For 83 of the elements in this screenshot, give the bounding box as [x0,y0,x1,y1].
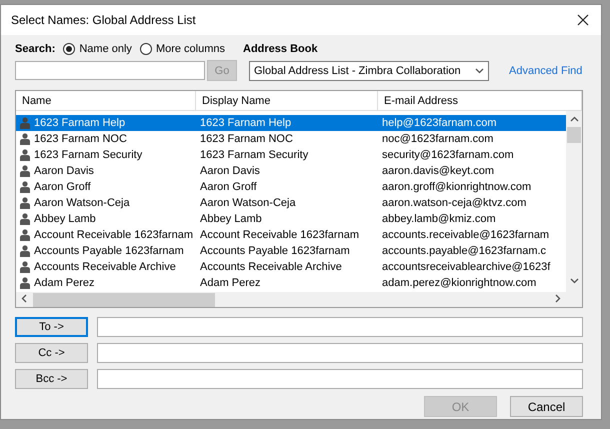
scrollbar-thumb[interactable] [567,127,581,143]
scrollbar-thumb[interactable] [33,292,215,306]
address-book-label: Address Book [243,43,318,55]
table-cell: Aaron Davis [34,165,94,177]
person-icon [20,229,30,241]
table-cell-text: security@1623farnam.com [381,149,515,161]
scroll-down-icon[interactable] [570,276,578,285]
table-row[interactable]: Aaron Groff Aaron Groff aaron.groff@kionrightnow.com [16,179,566,195]
advanced-find-link[interactable]: Advanced Find [509,64,582,76]
search-option[interactable]: More columns [140,43,226,55]
table-row[interactable]: Aaron Watson-Ceja Aaron Watson-Ceja aaron.watson-ceja@ktvz.com [16,195,566,211]
table-row[interactable]: 1623 Farnam NOC 1623 Farnam NOC noc@1623farnam.com [16,131,566,147]
table-cell-text: Aaron Groff [199,181,258,193]
table-cell-text: Aaron Watson-Ceja [199,197,297,209]
table-cell: Accounts Receivable Archive [34,261,176,273]
table-cell: 1623 Farnam Security [34,149,142,161]
table-cell-text: 1623 Farnam Security [199,149,310,161]
person-icon [20,165,30,177]
search-option[interactable]: Name only [63,43,132,55]
table-row[interactable]: Abbey Lamb Abbey Lamb abbey.lamb@kmiz.com [16,211,566,227]
person-icon [20,149,30,161]
column-header[interactable]: Name [16,91,196,110]
table-cell-text: Adam Perez [199,277,262,289]
scroll-right-icon[interactable] [553,294,562,302]
person-icon [20,245,30,257]
person-icon [20,133,30,145]
scroll-left-icon[interactable] [20,294,29,302]
table-row[interactable]: 1623 Farnam Security 1623 Farnam Security security@1623farnam.com [16,147,566,163]
recipient-button[interactable]: Bcc -> [15,369,88,389]
horizontal-scrollbar[interactable] [16,292,582,307]
scroll-up-icon[interactable] [570,115,578,124]
table-cell-text: 1623 Farnam NOC [199,133,294,145]
table-cell: Abbey Lamb [34,213,96,225]
recipient-button[interactable]: Cc -> [15,343,88,363]
window-title: Select Names: Global Address List [11,13,196,27]
table-cell-text: Account Receivable 1623farnam [199,229,360,241]
column-header[interactable]: Display Name [196,91,378,110]
recipient-field[interactable] [97,317,583,337]
table-row[interactable]: Account Receivable 1623farnam Account Receivable 1623farnam accounts.receivable@1623farnam [16,227,566,243]
close-icon[interactable] [577,14,589,26]
table-row[interactable]: Aaron Davis Aaron Davis aaron.davis@keyt.com [16,163,566,179]
recipient-button[interactable]: To -> [15,317,88,337]
person-icon [20,213,30,225]
table-row[interactable]: Accounts Payable 1623farnam Accounts Payable 1623farnam accounts.payable@1623farnam.c [16,243,566,259]
recipient-field[interactable] [97,369,583,389]
table-cell-text: help@1623farnam.com [381,117,498,129]
recipient-field[interactable] [97,343,583,363]
table-cell: 1623 Farnam Help [34,117,126,129]
table-cell: Account Receivable 1623farnam [34,229,193,241]
table-cell-text: accountsreceivablearchive@1623f [381,261,552,273]
search-field[interactable] [15,61,205,80]
address-book-dropdown[interactable]: Global Address List - Zimbra Collaboration [249,60,489,80]
person-icon [20,197,30,209]
table-cell-text: abbey.lamb@kmiz.com [381,213,497,225]
table-cell-text: Accounts Receivable Archive [199,261,343,273]
person-icon [20,181,30,193]
table-cell: Adam Perez [34,277,95,289]
table-cell-text: aaron.watson-ceja@ktvz.com [381,197,528,209]
vertical-scrollbar[interactable] [566,111,582,292]
person-icon [20,261,30,273]
table-cell-text: aaron.davis@keyt.com [381,165,496,177]
table-cell-text: Aaron Davis [199,165,261,177]
table-cell: Aaron Watson-Ceja [34,197,130,209]
table-row[interactable]: 1623 Farnam Help 1623 Farnam Help help@1623farnam.com [16,115,566,131]
table-cell-text: accounts.receivable@1623farnam [381,229,550,241]
column-header[interactable]: E-mail Address [378,91,582,110]
caret-icon[interactable] [475,66,484,75]
table-cell-text: adam.perez@kionrightnow.com [381,277,538,289]
table-row[interactable]: Accounts Receivable Archive Accounts Receivable Archive accountsreceivablearchive@1623f [16,259,566,275]
table-cell-text: Accounts Payable 1623farnam [199,245,351,257]
table-cell: Accounts Payable 1623farnam [34,245,184,257]
dialog-button[interactable]: Cancel [510,396,583,417]
table-cell-text: Abbey Lamb [199,213,263,225]
table-row[interactable]: Adam Perez Adam Perez adam.perez@kionrightnow.com [16,275,566,291]
table-cell-text: accounts.payable@1623farnam.c [381,245,548,257]
table-cell-text: aaron.groff@kionrightnow.com [381,181,532,193]
table-cell-text: 1623 Farnam Help [199,117,292,129]
person-icon [20,117,30,129]
search-label: Search: [15,43,56,55]
table-cell-text: noc@1623farnam.com [381,133,494,145]
person-icon [20,277,30,289]
table-cell: Aaron Groff [34,181,91,193]
table-cell: 1623 Farnam NOC [34,133,127,145]
